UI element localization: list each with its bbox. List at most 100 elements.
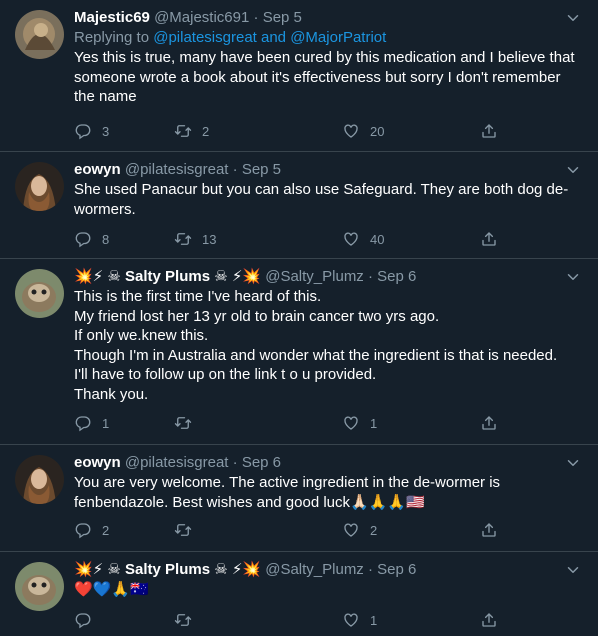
tweet-date[interactable]: Sep 5 bbox=[242, 161, 281, 178]
separator-dot: · bbox=[253, 9, 259, 26]
share-button[interactable] bbox=[480, 610, 508, 630]
caret-down-icon[interactable] bbox=[564, 9, 582, 27]
retweet-button[interactable]: 13 bbox=[174, 229, 216, 249]
like-count: 20 bbox=[370, 123, 385, 139]
user-handle[interactable]: @pilatesisgreat bbox=[125, 161, 229, 178]
reply-count: 1 bbox=[102, 415, 110, 431]
share-button[interactable] bbox=[480, 413, 508, 433]
share-button[interactable] bbox=[480, 121, 508, 141]
name-emoji-prefix: 💥⚡ ☠ bbox=[74, 268, 121, 285]
like-icon bbox=[342, 230, 360, 248]
tweet[interactable]: 💥⚡ ☠ Salty Plums ☠ ⚡💥 @Salty_Plumz · Sep… bbox=[0, 259, 598, 445]
like-button[interactable]: 1 bbox=[342, 610, 377, 630]
tweet-text: Yes this is true, many have been cured b… bbox=[74, 48, 586, 107]
tweet-header: eowyn @pilatesisgreat · Sep 6 bbox=[74, 453, 586, 473]
retweet-button[interactable]: 2 bbox=[174, 121, 209, 141]
like-button[interactable]: 20 bbox=[342, 121, 384, 141]
tweet-header: 💥⚡ ☠ Salty Plums ☠ ⚡💥 @Salty_Plumz · Sep… bbox=[74, 560, 586, 580]
share-button[interactable] bbox=[480, 229, 508, 249]
tweet-actions: 1 1 bbox=[74, 413, 514, 433]
retweet-icon bbox=[174, 611, 192, 629]
like-button[interactable]: 40 bbox=[342, 229, 384, 249]
tweet-text-line: Thank you. bbox=[74, 385, 149, 403]
share-icon bbox=[480, 230, 498, 248]
tweet-header: 💥⚡ ☠ Salty Plums ☠ ⚡💥 @Salty_Plumz · Sep… bbox=[74, 267, 586, 287]
reply-button[interactable]: 1 bbox=[74, 413, 109, 433]
display-name[interactable]: eowyn bbox=[74, 161, 121, 178]
retweet-count: 2 bbox=[202, 123, 210, 139]
caret-down-icon[interactable] bbox=[564, 161, 582, 179]
share-button[interactable] bbox=[480, 520, 508, 540]
tweet-text: She used Panacur but you can also use Sa… bbox=[74, 180, 586, 219]
separator-dot: · bbox=[232, 161, 238, 178]
tweet-text-line: wormers. bbox=[74, 200, 136, 218]
replying-user-link[interactable]: @pilatesisgreat bbox=[153, 29, 257, 46]
tweet-date[interactable]: Sep 5 bbox=[263, 9, 302, 26]
tweet[interactable]: eowyn @pilatesisgreat · Sep 6 You are ve… bbox=[0, 445, 598, 552]
tweet-actions: 1 bbox=[74, 610, 514, 630]
reply-button[interactable]: 2 bbox=[74, 520, 109, 540]
like-icon bbox=[342, 611, 360, 629]
tweet-actions: 2 2 bbox=[74, 520, 514, 540]
avatar[interactable] bbox=[15, 455, 64, 504]
like-count: 1 bbox=[370, 415, 378, 431]
reply-button[interactable] bbox=[74, 610, 102, 630]
tweet-text-line: If only we.knew this. bbox=[74, 327, 209, 344]
user-handle[interactable]: @Salty_Plumz bbox=[265, 268, 364, 285]
caret-down-icon[interactable] bbox=[564, 561, 582, 579]
user-handle[interactable]: @Majestic691 bbox=[154, 9, 249, 26]
tweet[interactable]: eowyn @pilatesisgreat · Sep 5 She used P… bbox=[0, 152, 598, 259]
avatar[interactable] bbox=[15, 562, 64, 611]
caret-down-icon[interactable] bbox=[564, 454, 582, 472]
tweet-header: Majestic69 @Majestic691 · Sep 5 bbox=[74, 8, 586, 28]
tweet-date[interactable]: Sep 6 bbox=[377, 561, 416, 578]
user-handle[interactable]: @Salty_Plumz bbox=[265, 561, 364, 578]
share-icon bbox=[480, 414, 498, 432]
like-count: 40 bbox=[370, 231, 385, 247]
replying-to: Replying to @pilatesisgreat and @MajorPa… bbox=[74, 28, 586, 48]
like-button[interactable]: 2 bbox=[342, 520, 377, 540]
tweet-text-line: Though I'm in Australia and wonder what … bbox=[74, 346, 558, 364]
retweet-icon bbox=[174, 122, 192, 140]
tweet-date[interactable]: Sep 6 bbox=[242, 454, 281, 471]
display-name[interactable]: Majestic69 bbox=[74, 9, 150, 26]
name-emoji-suffix: ☠ ⚡💥 bbox=[214, 561, 262, 578]
retweet-button[interactable] bbox=[174, 413, 202, 433]
reply-button[interactable]: 3 bbox=[74, 121, 109, 141]
tweet-text-line: fenbendazole. Best wishes and good luck🙏… bbox=[74, 493, 425, 511]
share-icon bbox=[480, 521, 498, 539]
replying-and[interactable]: and bbox=[261, 29, 286, 46]
replying-user-link[interactable]: @MajorPatriot bbox=[290, 29, 386, 46]
tweet[interactable]: Majestic69 @Majestic691 · Sep 5 Replying… bbox=[0, 0, 598, 152]
display-name[interactable]: Salty Plums bbox=[125, 561, 210, 578]
retweet-button[interactable] bbox=[174, 520, 202, 540]
avatar[interactable] bbox=[15, 269, 64, 318]
tweet-header: eowyn @pilatesisgreat · Sep 5 bbox=[74, 160, 586, 180]
retweet-icon bbox=[174, 230, 192, 248]
avatar[interactable] bbox=[15, 162, 64, 211]
reply-icon bbox=[74, 122, 92, 140]
separator-dot: · bbox=[367, 561, 373, 578]
reply-icon bbox=[74, 611, 92, 629]
user-handle[interactable]: @pilatesisgreat bbox=[125, 454, 229, 471]
reply-icon bbox=[74, 521, 92, 539]
retweet-icon bbox=[174, 414, 192, 432]
tweet[interactable]: 💥⚡ ☠ Salty Plums ☠ ⚡💥 @Salty_Plumz · Sep… bbox=[0, 552, 598, 636]
avatar[interactable] bbox=[15, 10, 64, 59]
caret-down-icon[interactable] bbox=[564, 268, 582, 286]
tweet-text-line: ❤️💙🙏🇦🇺 bbox=[74, 581, 149, 598]
tweet-text-line: Yes this is true, many have been cured b… bbox=[74, 49, 575, 66]
tweet-date[interactable]: Sep 6 bbox=[377, 268, 416, 285]
display-name[interactable]: eowyn bbox=[74, 454, 121, 471]
tweet-text-line: the name bbox=[74, 88, 137, 105]
separator-dot: · bbox=[232, 454, 238, 471]
retweet-button[interactable] bbox=[174, 610, 202, 630]
like-button[interactable]: 1 bbox=[342, 413, 377, 433]
like-icon bbox=[342, 414, 360, 432]
like-count: 2 bbox=[370, 522, 378, 538]
display-name[interactable]: Salty Plums bbox=[125, 268, 210, 285]
reply-count: 2 bbox=[102, 522, 110, 538]
tweet-text: ❤️💙🙏🇦🇺 bbox=[74, 580, 586, 600]
reply-button[interactable]: 8 bbox=[74, 229, 109, 249]
tweet-text: This is the first time I've heard of thi… bbox=[74, 287, 586, 404]
